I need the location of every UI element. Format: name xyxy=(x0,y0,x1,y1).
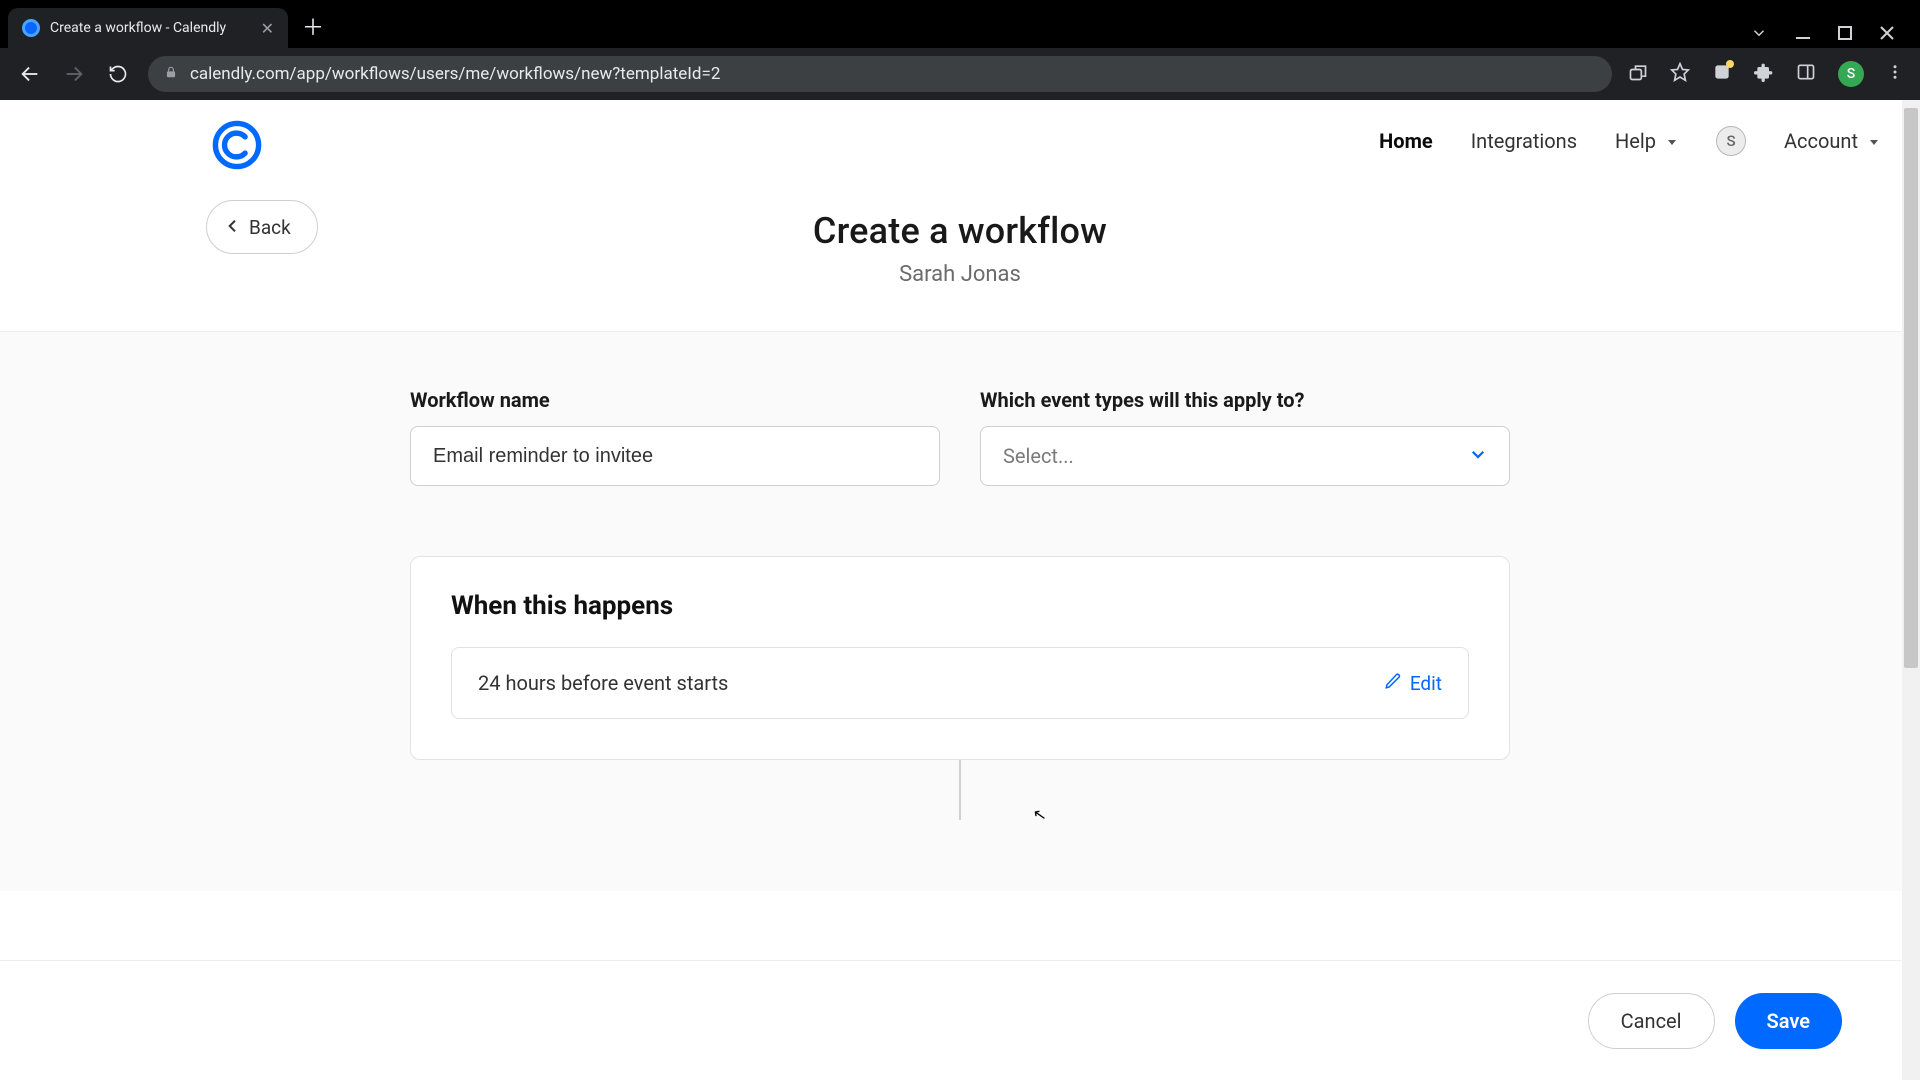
edit-label: Edit xyxy=(1410,672,1442,695)
extensions-icon[interactable] xyxy=(1754,62,1774,86)
trigger-condition: 24 hours before event starts xyxy=(478,671,728,695)
close-window-icon[interactable] xyxy=(1880,26,1894,40)
browser-back-icon[interactable] xyxy=(16,60,44,88)
lock-icon xyxy=(164,65,178,83)
url-text: calendly.com/app/workflows/users/me/work… xyxy=(190,64,720,84)
browser-tab[interactable]: Create a workflow - Calendly ✕ xyxy=(8,8,288,48)
workflow-name-input[interactable] xyxy=(410,426,940,486)
browser-reload-icon[interactable] xyxy=(104,60,132,88)
browser-forward-icon[interactable] xyxy=(60,60,88,88)
browser-profile-avatar[interactable]: S xyxy=(1838,61,1864,87)
event-types-placeholder: Select... xyxy=(1003,444,1074,468)
back-button[interactable]: Back xyxy=(206,200,318,254)
flow-connector xyxy=(959,760,961,820)
nav-integrations[interactable]: Integrations xyxy=(1471,129,1577,153)
save-button[interactable]: Save xyxy=(1735,993,1842,1049)
caret-down-icon xyxy=(1666,129,1678,153)
extension-badge-icon[interactable] xyxy=(1712,62,1732,86)
calendly-logo[interactable] xyxy=(210,118,264,176)
back-label: Back xyxy=(249,216,291,239)
minimize-window-icon[interactable] xyxy=(1796,26,1810,40)
nav-account-label: Account xyxy=(1784,129,1858,153)
share-icon[interactable] xyxy=(1628,62,1648,86)
pencil-icon xyxy=(1384,672,1402,695)
chevron-down-icon xyxy=(1469,444,1487,468)
address-bar[interactable]: calendly.com/app/workflows/users/me/work… xyxy=(148,56,1612,92)
maximize-window-icon[interactable] xyxy=(1838,26,1852,40)
user-avatar[interactable]: S xyxy=(1716,126,1746,156)
nav-help-label: Help xyxy=(1615,129,1656,153)
new-tab-button[interactable]: ＋ xyxy=(288,10,338,48)
calendly-favicon xyxy=(22,19,40,37)
trigger-row: 24 hours before event starts Edit xyxy=(451,647,1469,719)
side-panel-icon[interactable] xyxy=(1796,62,1816,86)
tab-search-icon[interactable] xyxy=(1750,24,1768,42)
page-scrollbar[interactable] xyxy=(1902,100,1920,1080)
bookmark-star-icon[interactable] xyxy=(1670,62,1690,86)
tab-title: Create a workflow - Calendly xyxy=(50,20,251,36)
caret-down-icon xyxy=(1868,129,1880,153)
scrollbar-thumb[interactable] xyxy=(1904,108,1918,668)
close-tab-icon[interactable]: ✕ xyxy=(261,19,274,38)
nav-home[interactable]: Home xyxy=(1379,129,1433,153)
nav-help[interactable]: Help xyxy=(1615,129,1678,153)
trigger-card: When this happens 24 hours before event … xyxy=(410,556,1510,760)
page-subtitle: Sarah Jonas xyxy=(0,262,1920,287)
workflow-name-label: Workflow name xyxy=(410,388,940,412)
event-types-select[interactable]: Select... xyxy=(980,426,1510,486)
nav-account[interactable]: Account xyxy=(1784,129,1880,153)
browser-menu-icon[interactable] xyxy=(1886,63,1904,85)
cancel-button[interactable]: Cancel xyxy=(1588,993,1715,1049)
edit-trigger-button[interactable]: Edit xyxy=(1384,672,1442,695)
event-types-label: Which event types will this apply to? xyxy=(980,388,1510,412)
chevron-left-icon xyxy=(225,216,241,239)
trigger-heading: When this happens xyxy=(451,591,1469,621)
